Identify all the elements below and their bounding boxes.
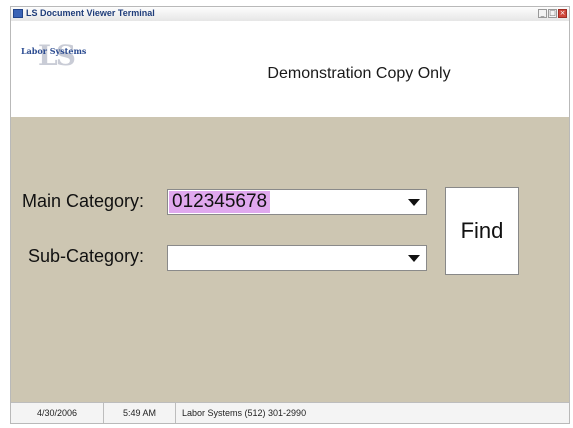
header: LS Labor Systems Demonstration Copy Only (11, 21, 569, 117)
dropdown-arrow-icon[interactable] (402, 246, 426, 270)
status-bar: 4/30/2006 5:49 AM Labor Systems (512) 30… (11, 402, 569, 423)
search-panel: Main Category: 012345678 Sub-Category: F… (11, 117, 569, 404)
main-category-value: 012345678 (169, 191, 271, 213)
dropdown-arrow-icon[interactable] (402, 190, 426, 214)
demo-title: Demonstration Copy Only (267, 65, 451, 82)
app-icon (13, 9, 23, 18)
sub-category-dropdown[interactable] (167, 245, 427, 271)
logo-text: Labor Systems (21, 46, 87, 56)
sub-category-label: Sub-Category: (28, 246, 145, 266)
main-category-label: Main Category: (22, 191, 145, 211)
minimize-icon[interactable]: _ (538, 9, 547, 18)
status-time: 5:49 AM (104, 403, 176, 423)
maximize-icon[interactable]: □ (548, 9, 557, 18)
app-window: LS Document Viewer Terminal _ □ × LS Lab… (10, 6, 570, 424)
find-button[interactable]: Find (445, 187, 519, 275)
window-title: LS Document Viewer Terminal (26, 8, 155, 18)
close-icon[interactable]: × (558, 9, 567, 18)
title-bar[interactable]: LS Document Viewer Terminal _ □ × (11, 7, 569, 22)
main-category-dropdown[interactable]: 012345678 (167, 189, 427, 215)
status-company-info: Labor Systems (512) 301-2990 (182, 408, 307, 418)
status-date: 4/30/2006 (11, 403, 104, 423)
window-controls: _ □ × (538, 9, 567, 18)
